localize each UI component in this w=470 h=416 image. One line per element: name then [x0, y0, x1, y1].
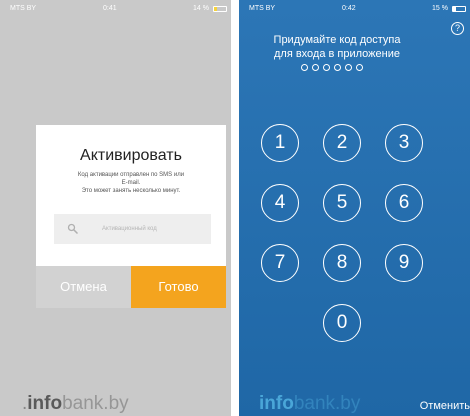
pin-dot [312, 64, 319, 71]
keypad-key-9[interactable]: 9 [385, 244, 423, 282]
keypad-key-5[interactable]: 5 [323, 184, 361, 222]
pin-dot [323, 64, 330, 71]
pin-dot [334, 64, 341, 71]
search-icon [67, 223, 79, 235]
help-icon[interactable]: ? [451, 22, 464, 35]
pin-dot [301, 64, 308, 71]
battery-icon [213, 6, 227, 12]
dialog-message-line: Это может занять несколько минут. [81, 188, 181, 194]
pin-dot [356, 64, 363, 71]
dialog-message-line: E-mail. [121, 180, 141, 186]
battery-percent: 15 % [432, 5, 448, 12]
status-bar: MTS BY 0:42 15 % [239, 0, 470, 18]
keypad-key-2[interactable]: 2 [323, 124, 361, 162]
pin-prompt: Придумайте код доступа для входа в прило… [239, 33, 435, 61]
status-bar: MTS BY 0:41 14 % [0, 0, 231, 18]
watermark-faded: bank.by [293, 393, 361, 414]
watermark-main: info [27, 393, 63, 414]
dialog-buttons: Отмена Готово [36, 266, 226, 308]
done-button[interactable]: Готово [131, 266, 226, 308]
keypad-key-0[interactable]: 0 [323, 304, 361, 342]
dialog-message: Код активации отправлен по SMS или E-mai… [48, 171, 214, 195]
pin-dots [301, 64, 363, 71]
cancel-link[interactable]: Отменить [420, 400, 470, 412]
activation-code-input[interactable]: Активационный код [54, 214, 211, 244]
watermark-faded: bank.by [62, 393, 129, 414]
cancel-button[interactable]: Отмена [36, 266, 131, 308]
battery-icon [452, 6, 466, 12]
keypad-key-8[interactable]: 8 [323, 244, 361, 282]
activation-code-placeholder: Активационный код [102, 226, 157, 232]
keypad-key-4[interactable]: 4 [261, 184, 299, 222]
watermark-main: info [259, 393, 294, 414]
dialog-title: Активировать [80, 147, 182, 164]
activation-screen: MTS BY 0:41 14 % Активировать Код актива… [0, 0, 231, 416]
clock: 0:42 [342, 5, 356, 12]
keypad-key-3[interactable]: 3 [385, 124, 423, 162]
dialog-message-line: Код активации отправлен по SMS или [77, 172, 185, 178]
keypad-key-7[interactable]: 7 [261, 244, 299, 282]
battery-percent: 14 % [193, 5, 209, 12]
keypad-key-6[interactable]: 6 [385, 184, 423, 222]
keypad-key-1[interactable]: 1 [261, 124, 299, 162]
pin-setup-screen: MTS BY 0:42 15 % ? Придумайте код доступ… [239, 0, 470, 416]
clock: 0:41 [103, 5, 117, 12]
pin-dot [345, 64, 352, 71]
carrier-label: MTS BY [10, 5, 37, 12]
pin-prompt-line: для входа в приложение [273, 48, 400, 60]
carrier-label: MTS BY [249, 5, 276, 12]
pin-prompt-line: Придумайте код доступа [273, 34, 401, 46]
activation-dialog: Активировать Код активации отправлен по … [36, 125, 226, 308]
watermark-logo: .infobank.by [22, 392, 129, 416]
watermark-dot: . [22, 393, 28, 414]
watermark-logo: infobank.by [259, 392, 360, 416]
